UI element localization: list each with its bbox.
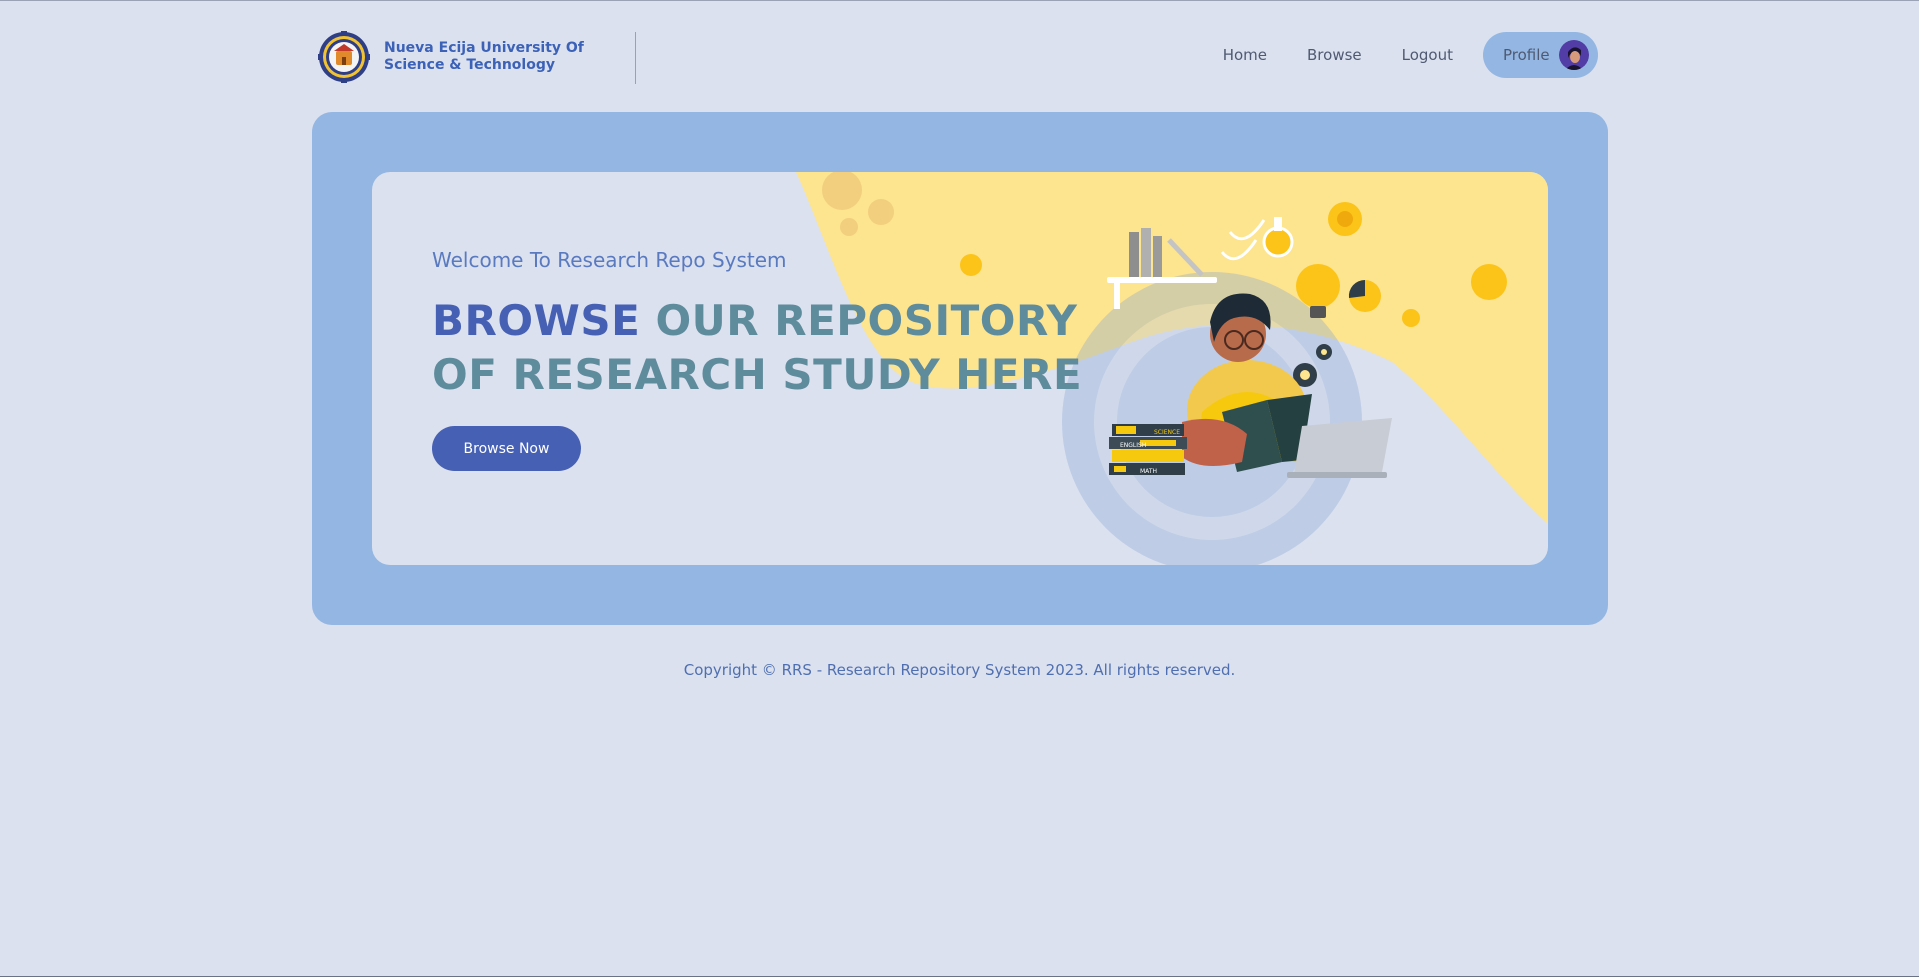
hero-section: SCIENCE ENGLISH MATH Welcome To Research… [312,112,1608,625]
nav-browse-link[interactable]: Browse [1307,46,1362,64]
profile-button[interactable]: Profile [1483,32,1598,78]
hero-headline: BROWSE OUR REPOSITORY OF RESEARCH STUDY … [432,294,1132,402]
browse-now-button[interactable]: Browse Now [432,426,581,471]
user-avatar-icon [1558,40,1589,70]
headline-highlight: BROWSE [432,296,641,345]
hero-text: Welcome To Research Repo System BROWSE O… [432,248,1132,471]
header-divider [635,32,636,84]
university-name: Nueva Ecija University Of Science & Tech… [384,40,584,73]
welcome-text: Welcome To Research Repo System [432,248,787,272]
book-label-math: MATH [1140,468,1157,475]
nav-home-link[interactable]: Home [1223,46,1267,64]
site-header: Nueva Ecija University Of Science & Tech… [318,29,1598,85]
footer-copyright: Copyright © RRS - Research Repository Sy… [683,661,1236,679]
hero-card: SCIENCE ENGLISH MATH Welcome To Research… [372,172,1548,565]
main-nav: Home Browse Logout Profile [1223,31,1598,79]
profile-label: Profile [1503,46,1550,64]
university-seal-logo [318,31,370,83]
nav-logout-link[interactable]: Logout [1402,46,1453,64]
brand[interactable]: Nueva Ecija University Of Science & Tech… [318,29,594,85]
book-label-science: SCIENCE [1154,429,1180,436]
